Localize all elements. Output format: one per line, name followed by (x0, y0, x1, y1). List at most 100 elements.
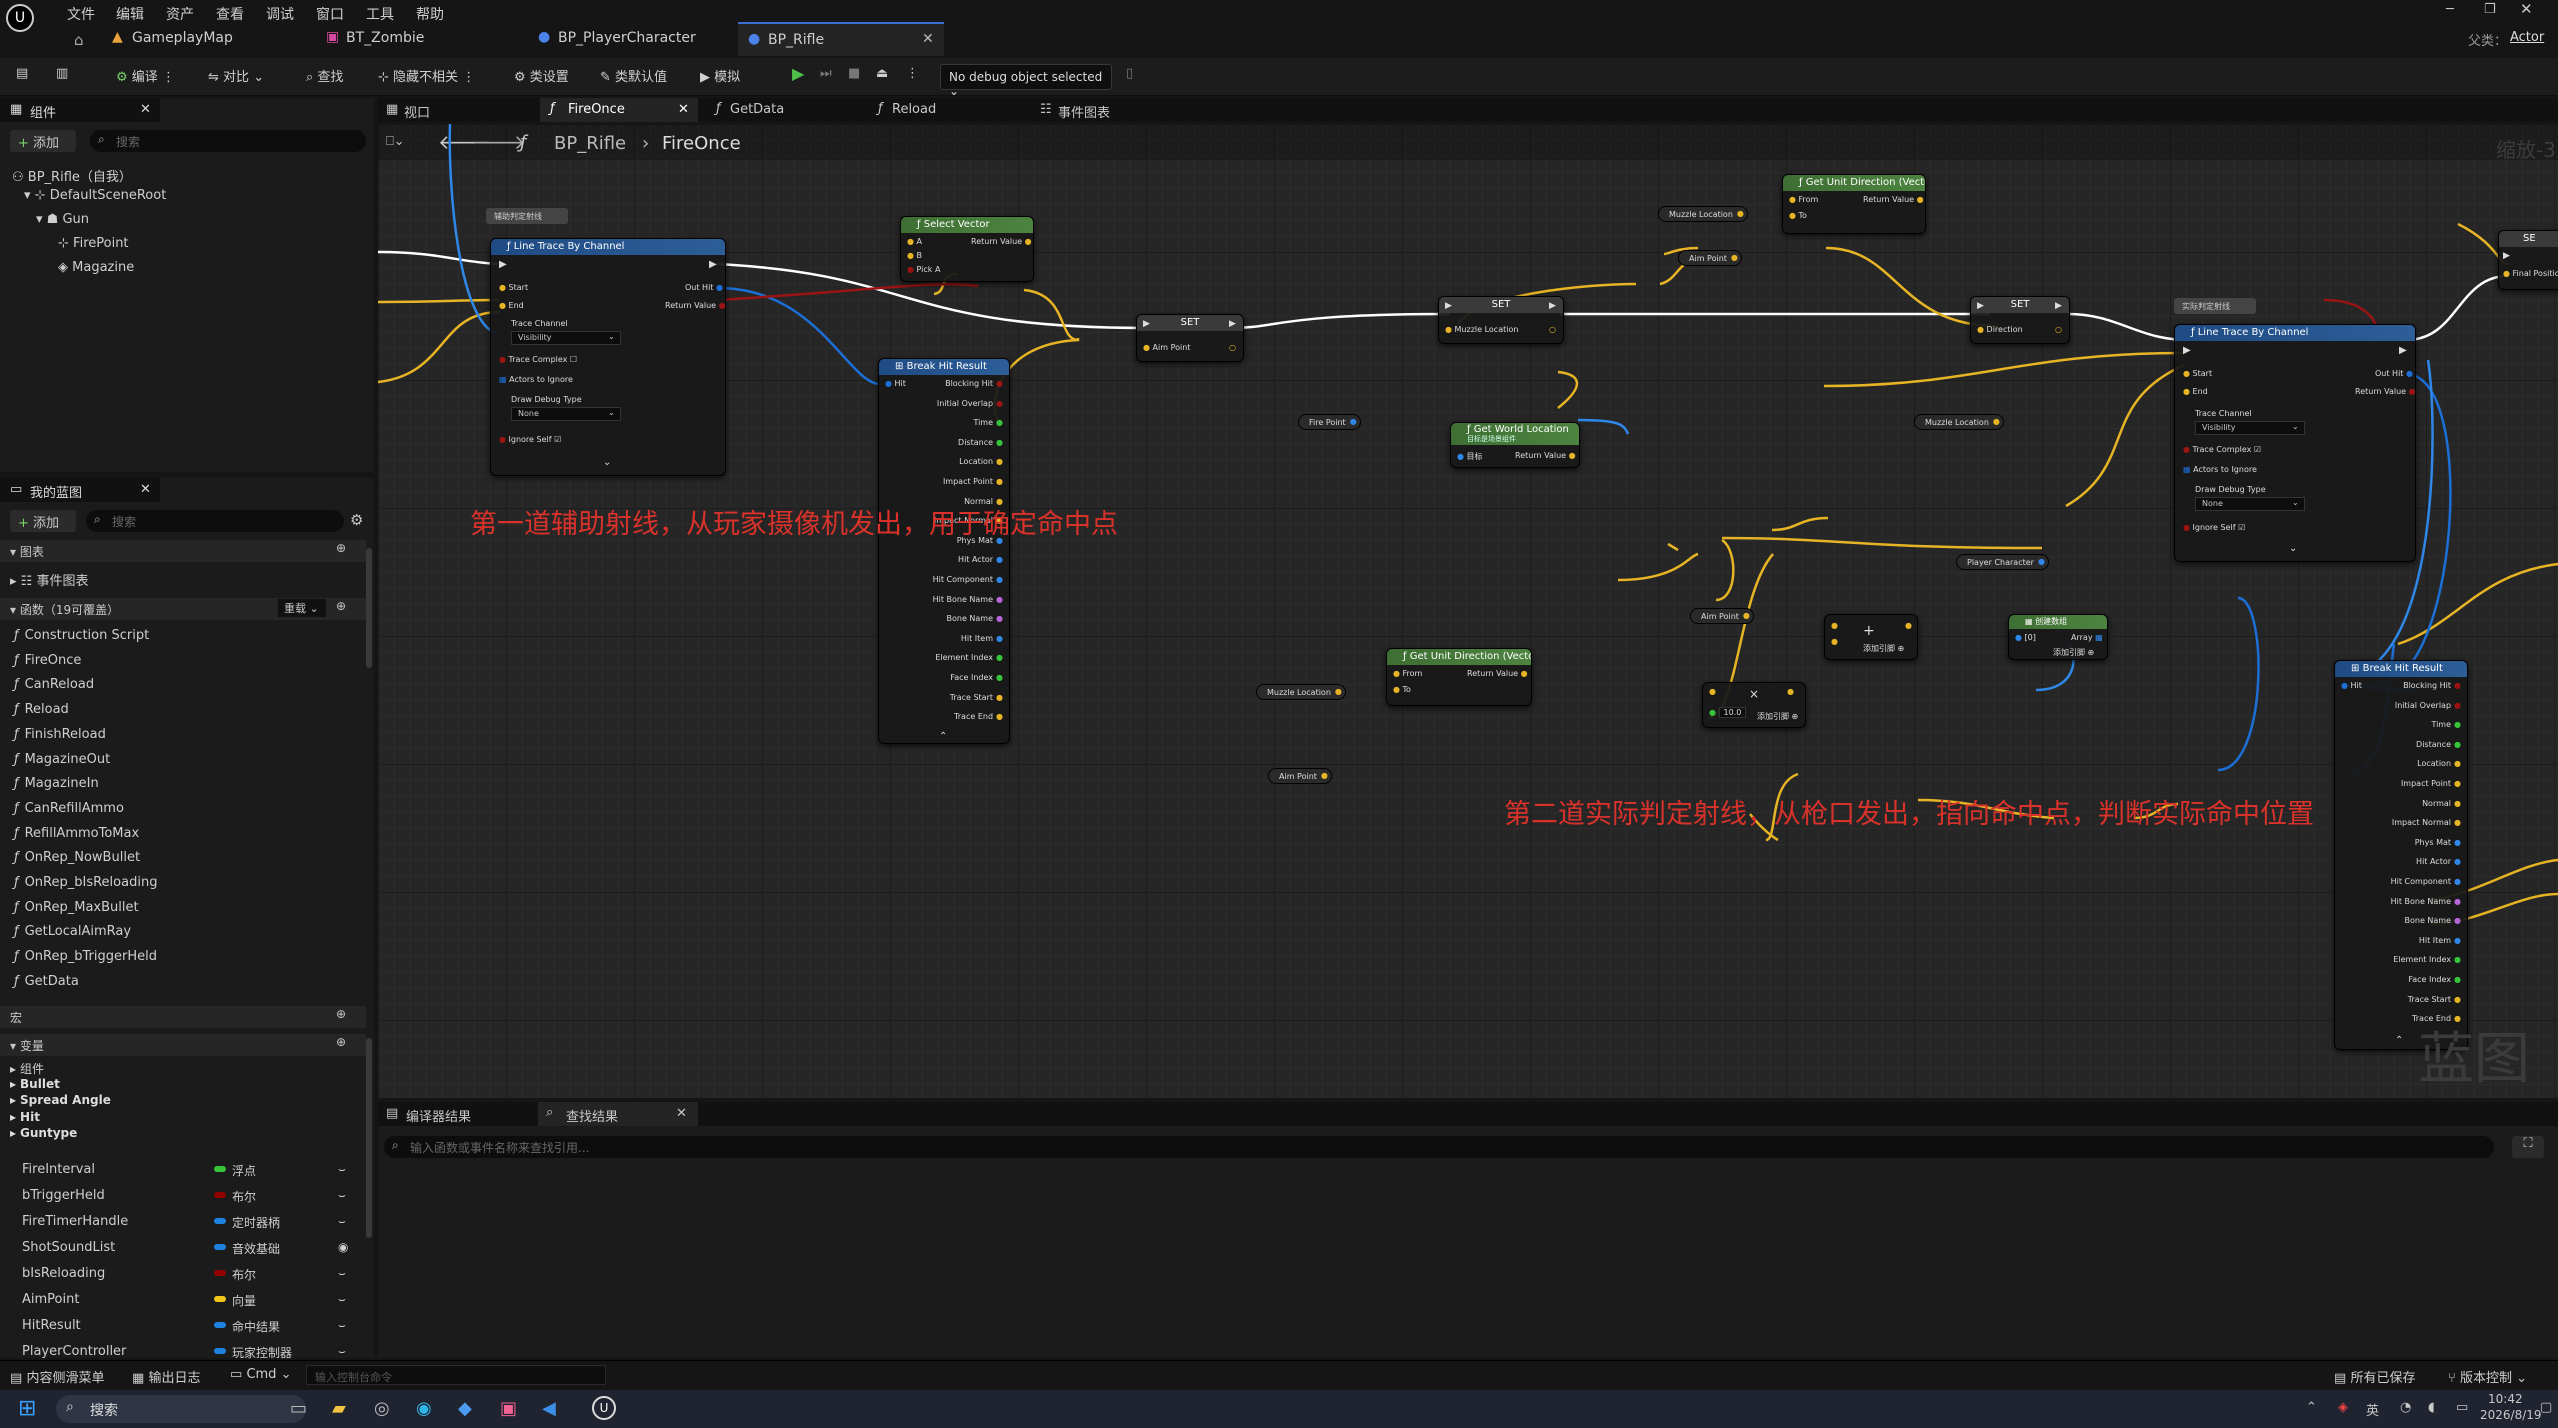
variable-item[interactable]: FireTimerHandle 定时器柄 ⌣ (22, 1214, 362, 1230)
output-pin[interactable]: ○ (1549, 325, 1556, 334)
tab-reload[interactable]: ƒ Reload (870, 98, 1020, 122)
close-icon[interactable]: ✕ (140, 102, 151, 117)
wifi-icon[interactable]: ◔ (2400, 1400, 2411, 1415)
trace-complex-pin[interactable]: ● Trace Complex ☐ (499, 355, 577, 364)
exec-in-pin[interactable]: ▶ (2183, 345, 2191, 356)
get-unit-direction-node-1[interactable]: ƒ Get Unit Direction (Vector) ● From ● T… (1782, 174, 1926, 234)
hit-result-pin[interactable]: Time ● (2431, 720, 2461, 729)
hit-result-pin[interactable]: Hit Component ● (2391, 877, 2461, 886)
hit-result-pin[interactable]: Trace Start ● (2408, 995, 2461, 1004)
tab-compiler-results[interactable]: ▤ 编译器结果 (378, 1102, 528, 1126)
hit-result-pin[interactable]: Hit Item ● (2419, 936, 2461, 945)
exec-in-pin[interactable]: ▶ (2503, 251, 2510, 261)
function-item[interactable]: ƒ MagazineOut (14, 752, 110, 767)
variable-group[interactable]: ▸ Spread Angle (10, 1093, 111, 1107)
source-control-button[interactable]: ⑂ 版本控制 ⌄ (2448, 1367, 2527, 1386)
tab-viewport[interactable]: ▦ 视口 (378, 98, 528, 122)
exec-out-pin[interactable]: ▶ (2055, 301, 2062, 311)
menu-window[interactable]: 窗口 (316, 4, 344, 24)
aim-point-pin[interactable]: ● Aim Point (1143, 343, 1190, 352)
scrollbar[interactable] (366, 548, 372, 668)
eye-closed-icon[interactable]: ⌣ (338, 1318, 346, 1333)
function-item[interactable]: ƒ CanReload (14, 677, 94, 692)
array-pin[interactable]: Array ▦ (2071, 633, 2103, 642)
clock-time[interactable]: 10:42 (2488, 1392, 2523, 1406)
menu-file[interactable]: 文件 (67, 4, 95, 24)
battery-icon[interactable]: ▭ (2456, 1400, 2468, 1415)
hit-result-pin[interactable]: Bone Name ● (2404, 916, 2461, 925)
app-icon[interactable]: ▣ (500, 1398, 517, 1419)
output-log-button[interactable]: ▦ 输出日志 (132, 1367, 200, 1386)
hit-result-pin[interactable]: Impact Point ● (2401, 779, 2461, 788)
comment-bubble[interactable]: 实际判定射线 (2174, 298, 2256, 314)
make-array-node[interactable]: ▦ 创建数组 ● [0] Array ▦ 添加引脚 ⊕ (2008, 614, 2108, 660)
eye-icon[interactable]: ◉ (338, 1240, 348, 1254)
hit-pin[interactable]: ● Hit (2341, 681, 2362, 690)
hit-result-pin[interactable]: Face Index ● (950, 673, 1003, 682)
components-search-input[interactable]: ⌕ 搜索 (90, 130, 366, 152)
tab-getdata[interactable]: ƒ GetData (708, 98, 858, 122)
exec-out-pin[interactable]: ▶ (709, 259, 717, 270)
stop-icon[interactable]: ■ (848, 66, 860, 81)
variables-section-header[interactable]: ▾ 变量 ⊕ (0, 1034, 366, 1056)
close-icon[interactable]: ✕ (140, 482, 151, 497)
file-explorer-icon[interactable]: ▰ (332, 1398, 346, 1419)
volume-icon[interactable]: ◖ (2428, 1400, 2435, 1415)
step-icon[interactable]: ⏭ (820, 66, 832, 81)
hit-result-pin[interactable]: Phys Mat ● (2415, 838, 2461, 847)
vscode-icon[interactable]: ◀ (542, 1398, 556, 1419)
gear-icon[interactable]: ⚙ (350, 511, 363, 529)
menu-edit[interactable]: 编辑 (116, 4, 144, 24)
to-pin[interactable]: ● To (1393, 685, 1411, 694)
function-item[interactable]: ƒ OnRep_MaxBullet (14, 900, 139, 915)
start-pin[interactable]: ● Start (499, 283, 528, 292)
binoculars-button[interactable]: ⛶ (2512, 1136, 2544, 1158)
variable-group[interactable]: ▸ Hit (10, 1110, 40, 1124)
out-hit-pin[interactable]: Out Hit ● (2375, 369, 2413, 378)
hit-result-pin[interactable]: Element Index ● (935, 653, 1003, 662)
ignore-self-pin[interactable]: ● Ignore Self ☑ (499, 435, 561, 444)
hide-unrelated-button[interactable]: ⊹ 隐藏不相关 ⋮ (378, 66, 475, 85)
break-hit-result-node-1[interactable]: ⊞ Break Hit Result ● Hit Blocking Hit ● In… (878, 358, 1010, 744)
aim-point-getter[interactable]: Aim Point ● (1268, 768, 1332, 784)
get-unit-direction-node-2[interactable]: ƒ Get Unit Direction (Vector) ● From ● T… (1386, 648, 1532, 706)
b-pin[interactable]: ● 10.0 (1709, 707, 1747, 718)
variable-group[interactable]: ▸ 组件 (10, 1060, 44, 1077)
return-value-pin[interactable]: Return Value ● (1515, 451, 1576, 460)
break-hit-result-node-2[interactable]: ⊞ Break Hit Result ● Hit Blocking Hit ● In… (2334, 660, 2468, 1050)
tab-event-graph[interactable]: ☷ 事件图表 (1030, 98, 1180, 122)
add-circle-icon[interactable]: ⊕ (336, 1007, 346, 1021)
debug-type-dropdown[interactable]: None ⌄ (2195, 497, 2305, 511)
hit-result-pin[interactable]: Impact Point ● (943, 477, 1003, 486)
add-member-button[interactable]: + 添加 (10, 510, 76, 532)
return-value-pin[interactable]: Return Value ● (1467, 669, 1528, 678)
set-muzzle-location-node[interactable]: SET ▶ ▶ ● Muzzle Location ○ (1438, 296, 1564, 344)
eject-icon[interactable]: ⏏ (876, 66, 888, 81)
find-results-search-input[interactable]: ⌕ 输入函数或事件名称来查找引用... (384, 1136, 2494, 1158)
component-self[interactable]: ⚇ BP_Rifle（自我） (12, 166, 132, 185)
variable-group[interactable]: ▸ Guntype (10, 1126, 77, 1140)
eye-closed-icon[interactable]: ⌣ (338, 1214, 346, 1229)
functions-section-header[interactable]: ▾ 函数（19可覆盖） 重载 ⌄ ⊕ (0, 598, 366, 620)
expand-icon[interactable]: ⌄ (603, 457, 611, 468)
notification-icon[interactable]: ▢ (2540, 1400, 2552, 1415)
return-value-pin[interactable]: Return Value ● (1863, 195, 1924, 204)
tab-gameplaymap[interactable]: ▲ GameplayMap (102, 22, 302, 56)
end-pin[interactable]: ● End (499, 301, 524, 310)
line-trace-node-2[interactable]: ƒ Line Trace By Channel ▶ ▶ ● Start ● En… (2174, 324, 2416, 562)
tab-bp-rifle[interactable]: ● BP_Rifle ✕ (738, 22, 944, 56)
save-all-status[interactable]: ▤ 所有已保存 (2334, 1367, 2415, 1386)
hit-result-pin[interactable]: Hit Component ● (933, 575, 1003, 584)
function-item[interactable]: ƒ CanRefillAmmo (14, 801, 124, 816)
return-value-pin[interactable]: Return Value ● (665, 301, 726, 310)
variable-item[interactable]: bIsReloading 布尔 ⌣ (22, 1266, 362, 1282)
add-pin-button[interactable]: 添加引脚 ⊕ (1863, 643, 1904, 654)
exec-out-pin[interactable]: ▶ (1549, 301, 1556, 311)
tray-chevron-icon[interactable]: ⌃ (2306, 1400, 2317, 1415)
function-item[interactable]: ƒ Construction Script (14, 628, 149, 643)
close-icon[interactable]: ✕ (676, 1106, 687, 1121)
player-character-getter[interactable]: Player Character ● (1956, 554, 2049, 570)
final-position-pin[interactable]: ● Final Position (2503, 269, 2558, 278)
graphs-section-header[interactable]: ▾ 图表 ⊕ (0, 540, 366, 562)
hit-result-pin[interactable]: Hit Item ● (961, 634, 1003, 643)
